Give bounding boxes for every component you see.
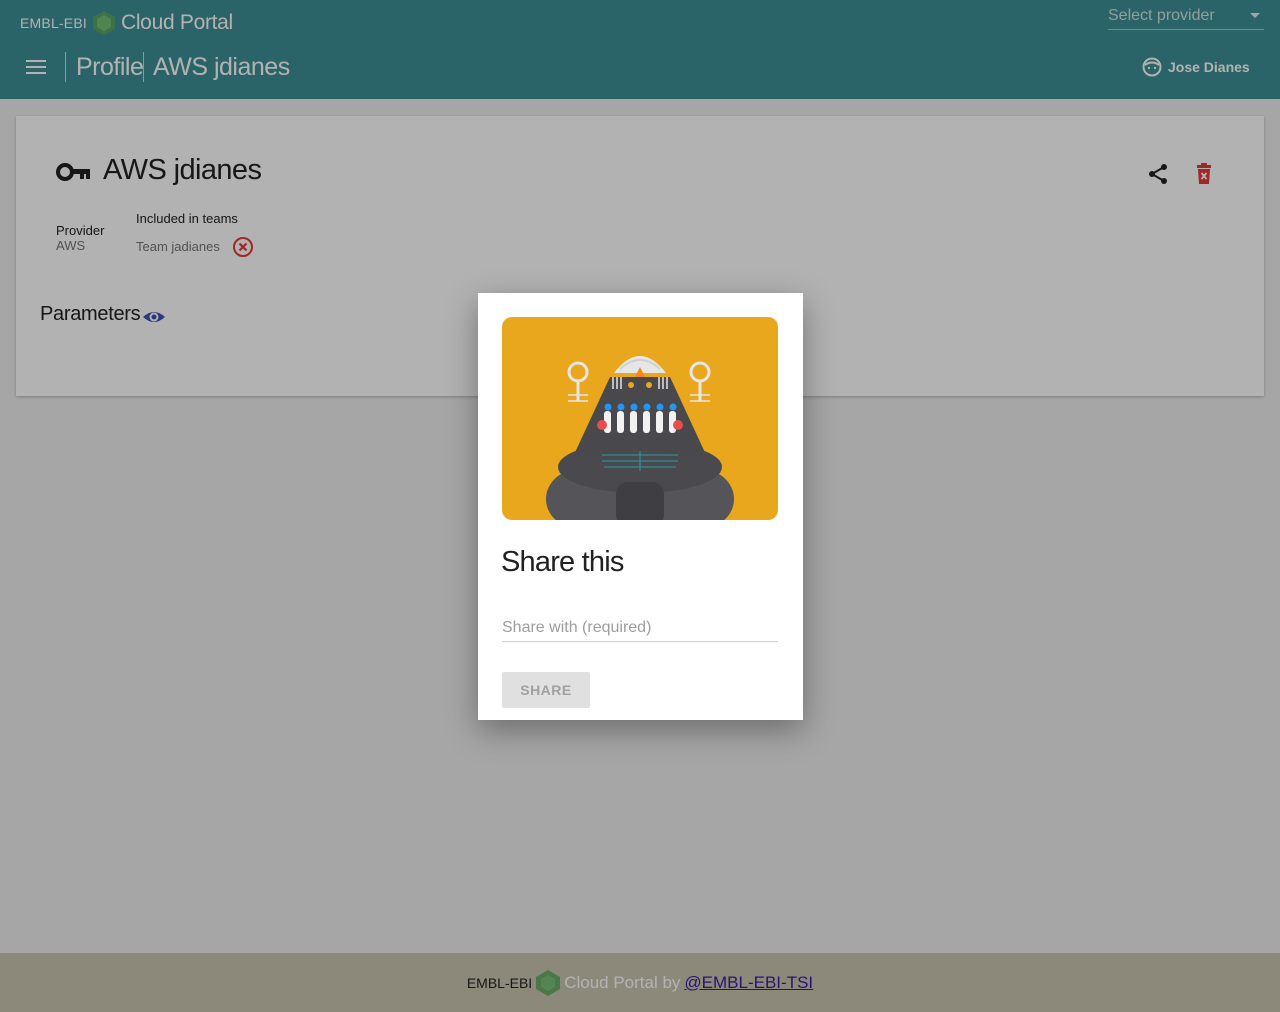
share-with-input[interactable]	[502, 615, 778, 642]
robot-illustration	[502, 317, 778, 520]
share-dialog: Share this SHARE	[478, 293, 803, 720]
dialog-title: Share this	[501, 546, 624, 578]
share-button[interactable]: SHARE	[502, 672, 590, 708]
